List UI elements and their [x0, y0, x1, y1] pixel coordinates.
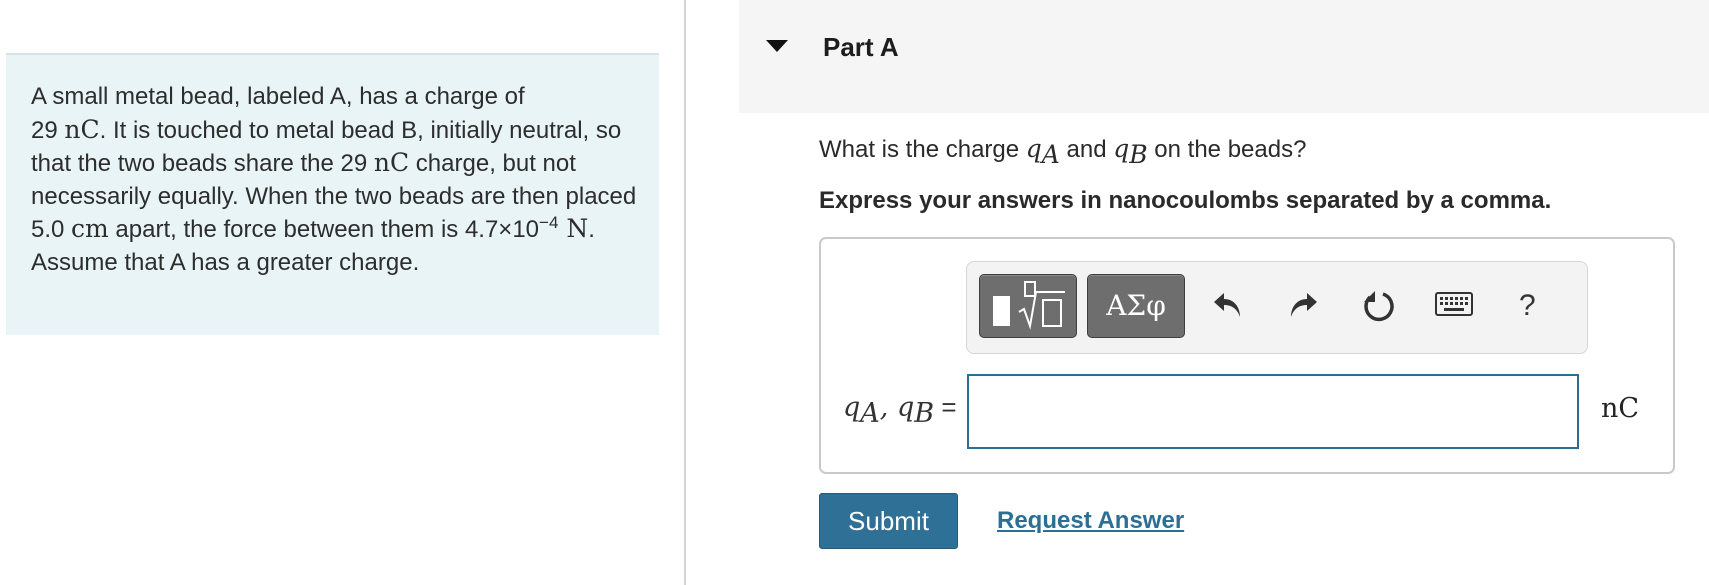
answer-instruction: Express your answers in nanocoulombs sep…	[819, 187, 1552, 214]
problem-statement-panel: A small metal bead, labeled A, has a cha…	[6, 53, 659, 335]
unit-nc: nC	[64, 114, 100, 144]
math-toolbar: ΑΣφ ?	[966, 261, 1588, 354]
templates-icon	[993, 281, 1065, 330]
unit-n: N	[558, 214, 589, 243]
submit-button[interactable]: Submit	[819, 493, 958, 549]
answer-box: ΑΣφ ? qA, qB = nC	[819, 237, 1675, 474]
unit-cm: cm	[71, 214, 109, 243]
question-text: What is the charge qA and qB on the bead…	[819, 134, 1307, 169]
part-header[interactable]: Part A	[739, 0, 1709, 113]
templates-button[interactable]	[979, 274, 1077, 338]
undo-icon[interactable]	[1212, 288, 1246, 322]
keyboard-icon[interactable]	[1435, 292, 1473, 316]
redo-icon[interactable]	[1285, 288, 1319, 322]
request-answer-link[interactable]: Request Answer	[997, 507, 1184, 535]
collapse-caret-icon[interactable]	[766, 40, 788, 52]
answer-label: qA, qB =	[843, 392, 957, 430]
exponent: −4	[539, 213, 559, 232]
symbols-button[interactable]: ΑΣφ	[1087, 274, 1185, 338]
unit-nc: nC	[373, 148, 410, 177]
symbols-label: ΑΣφ	[1106, 289, 1166, 322]
part-title: Part A	[823, 32, 899, 62]
unit-label: nC	[1601, 393, 1640, 424]
help-icon[interactable]: ?	[1519, 289, 1536, 323]
reset-icon[interactable]	[1361, 288, 1397, 324]
problem-text: A small metal bead, labeled A, has a cha…	[31, 83, 637, 276]
column-divider	[684, 0, 686, 585]
answer-input[interactable]	[967, 374, 1579, 449]
